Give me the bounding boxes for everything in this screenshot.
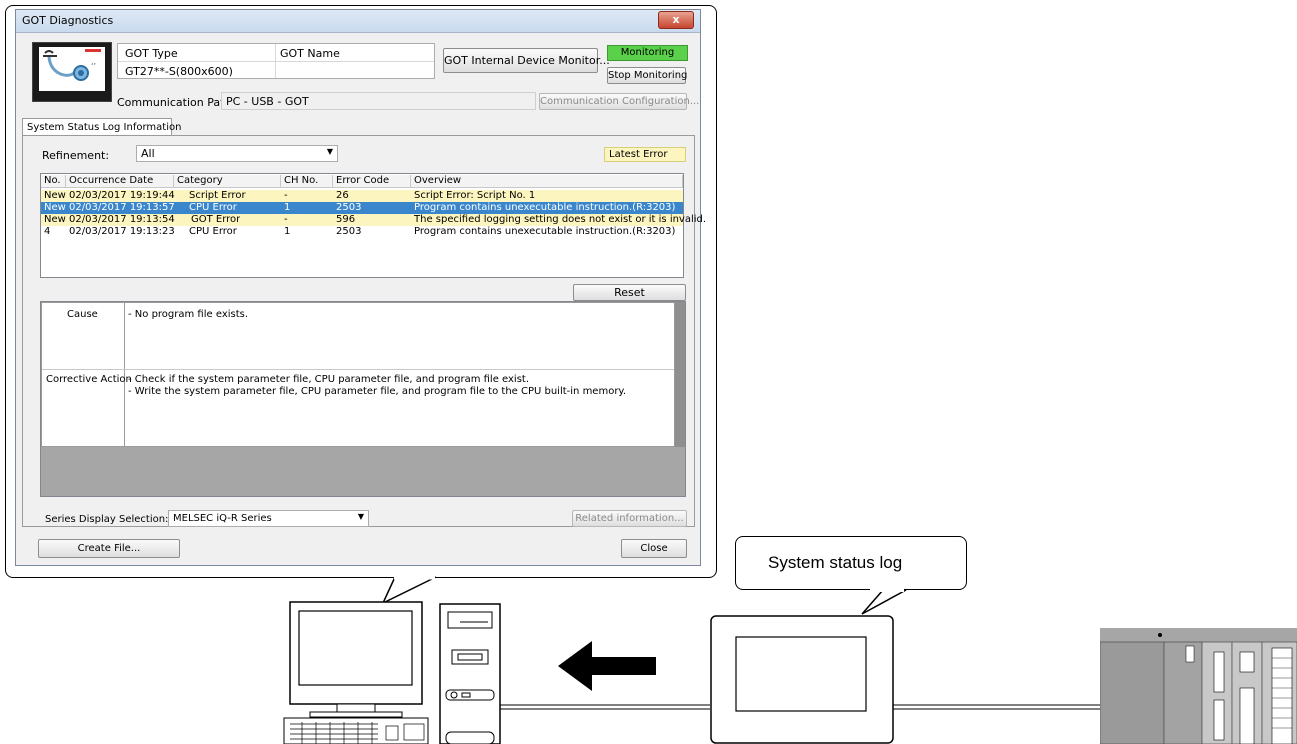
system-status-log-label: System status log (768, 553, 903, 572)
got-panel-illustration (710, 615, 894, 744)
transfer-arrow-icon (558, 641, 658, 691)
plc-illustration (1100, 628, 1297, 744)
personal-computer-illustration (282, 600, 502, 744)
